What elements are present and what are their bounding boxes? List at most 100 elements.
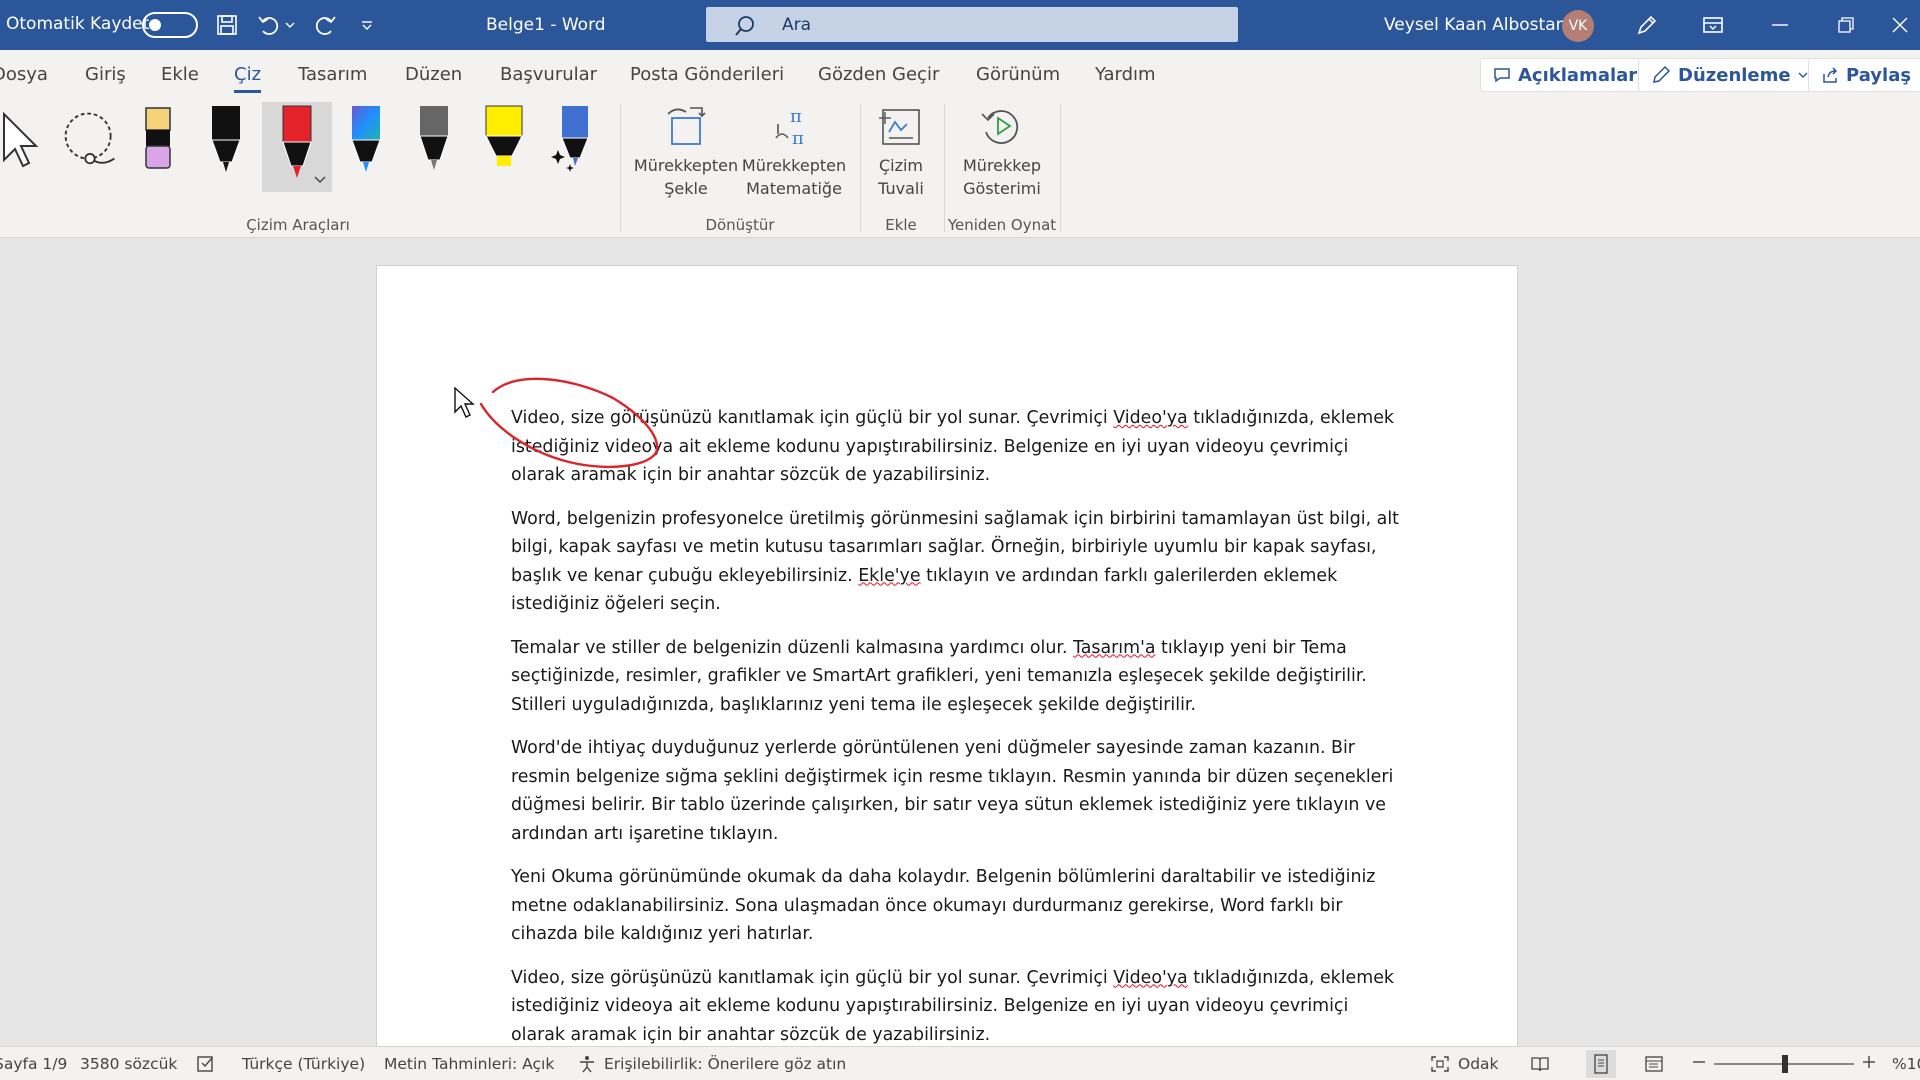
tab-help[interactable]: Yardım: [1095, 64, 1156, 85]
page-counter[interactable]: Sayfa 1/9: [0, 1055, 67, 1073]
restore-icon[interactable]: [1826, 8, 1866, 42]
pen-black-tool[interactable]: [196, 102, 256, 192]
web-layout-icon[interactable]: [1644, 1055, 1664, 1077]
tab-file[interactable]: Dosya: [0, 64, 48, 85]
search-placeholder: Ara: [782, 15, 812, 35]
svg-text:π: π: [792, 128, 804, 149]
tab-review[interactable]: Gözden Geçir: [818, 64, 939, 85]
status-bar: Sayfa 1/9 3580 sözcük Türkçe (Türkiye) M…: [0, 1046, 1920, 1080]
accessibility-icon[interactable]: [578, 1055, 596, 1077]
accessibility-status[interactable]: Erişilebilirlik: Önerilere göz atın: [604, 1055, 846, 1073]
pen-red-tool[interactable]: [262, 102, 332, 192]
pen-galaxy-tool[interactable]: [336, 102, 396, 192]
group-label-replay: Yeniden Oynat: [947, 216, 1057, 234]
undo-dropdown-icon[interactable]: [282, 10, 298, 40]
pen-black-icon: [211, 106, 241, 172]
tab-view[interactable]: Görünüm: [976, 64, 1060, 85]
autosave-label: Otomatik Kaydet: [6, 14, 150, 34]
pen-icon[interactable]: [1632, 10, 1662, 40]
drawing-canvas-icon: [879, 109, 920, 145]
ribbon-display-icon[interactable]: [1698, 10, 1728, 40]
editing-mode-button[interactable]: Düzenleme: [1638, 58, 1821, 92]
zoom-out-icon[interactable]: [1692, 1053, 1706, 1075]
undo-icon[interactable]: [254, 10, 284, 40]
ink-replay-button[interactable]: Mürekkep Gösterimi: [950, 104, 1054, 200]
redo-icon[interactable]: [310, 10, 340, 40]
editing-label: Düzenleme: [1678, 64, 1791, 86]
eraser-icon: [145, 107, 171, 169]
eraser-tool[interactable]: [128, 102, 188, 192]
word-count[interactable]: 3580 sözcük: [80, 1055, 177, 1073]
ink-to-shape-button[interactable]: Mürekkepten Şekle: [634, 104, 738, 200]
comments-button[interactable]: Açıklamalar: [1480, 58, 1651, 92]
chevron-down-icon[interactable]: [314, 176, 326, 184]
read-mode-icon[interactable]: [1530, 1055, 1550, 1077]
cursor-arrow-icon: [3, 111, 39, 168]
toggle-knob: [149, 19, 161, 31]
tab-draw[interactable]: Çiz: [234, 64, 262, 93]
search-box[interactable]: Ara: [706, 7, 1238, 42]
share-icon: [1823, 67, 1838, 83]
ribbon-separator: [944, 104, 945, 232]
ink-to-math-label-2: Matematiğe: [746, 179, 842, 198]
focus-icon[interactable]: [1430, 1055, 1450, 1077]
text-predictions[interactable]: Metin Tahminleri: Açık: [384, 1055, 554, 1073]
lasso-tool[interactable]: [60, 102, 120, 192]
tab-mailings[interactable]: Posta Gönderileri: [630, 64, 784, 85]
ink-to-math-icon: ππ: [775, 106, 804, 149]
document-page[interactable]: Video, size görüşünüzü kanıtlamak için g…: [376, 265, 1518, 1055]
language-indicator[interactable]: Türkçe (Türkiye): [242, 1055, 365, 1073]
zoom-level[interactable]: %100: [1892, 1055, 1920, 1073]
proofing-icon[interactable]: [196, 1055, 216, 1077]
ink-to-shape-label-2: Şekle: [664, 179, 708, 198]
pen-red-icon: [282, 105, 312, 178]
pen-galaxy-icon: [351, 106, 381, 172]
ink-to-shape-label-1: Mürekkepten: [633, 156, 739, 175]
print-layout-icon[interactable]: [1586, 1050, 1616, 1078]
save-icon[interactable]: [212, 10, 242, 40]
drawing-canvas-label-1: Çizim: [878, 156, 924, 175]
zoom-in-icon[interactable]: [1862, 1053, 1876, 1075]
group-label-drawing-tools: Çizim Araçları: [246, 216, 350, 234]
ribbon-tabs: Dosya Giriş Ekle Çiz Tasarım Düzen Başvu…: [0, 50, 1920, 98]
minimize-icon[interactable]: [1760, 8, 1800, 42]
focus-mode[interactable]: Odak: [1458, 1055, 1499, 1073]
select-tool[interactable]: [0, 102, 50, 192]
tab-home[interactable]: Giriş: [85, 64, 126, 85]
mouse-pointer-icon: [454, 386, 475, 418]
zoom-slider-thumb[interactable]: [1782, 1055, 1788, 1073]
drawing-canvas-label-2: Tuvali: [878, 179, 924, 198]
tab-insert[interactable]: Ekle: [161, 64, 199, 85]
drawing-canvas-button[interactable]: Çizim Tuvali: [866, 104, 936, 200]
comments-label: Açıklamalar: [1518, 64, 1638, 86]
tab-design[interactable]: Tasarım: [298, 64, 367, 85]
search-icon: [734, 15, 756, 41]
share-button[interactable]: Paylaş: [1808, 58, 1920, 92]
ink-to-math-label-1: Mürekkepten: [741, 156, 847, 175]
ink-to-shape-icon: [667, 107, 706, 145]
chevron-down-icon: [1798, 72, 1808, 78]
lasso-icon: [64, 112, 115, 165]
ink-replay-icon: [981, 110, 1019, 144]
tab-layout[interactable]: Düzen: [405, 64, 462, 85]
customize-qat-icon[interactable]: [352, 10, 382, 40]
ink-to-math-button[interactable]: ππ Mürekkepten Matematiğe: [742, 104, 846, 200]
highlighter-icon: [485, 105, 523, 166]
ribbon-separator: [1060, 104, 1061, 232]
group-label-convert: Dönüştür: [705, 216, 775, 234]
user-name[interactable]: Veysel Kaan Albostan: [1384, 15, 1566, 35]
pencil-gray-tool[interactable]: [404, 102, 464, 192]
svg-text:π: π: [790, 106, 802, 127]
ribbon-separator: [620, 104, 621, 232]
share-label: Paylaş: [1846, 64, 1912, 86]
ink-stroke[interactable]: [377, 266, 1518, 1055]
tab-references[interactable]: Başvurular: [500, 64, 597, 85]
ribbon-separator: [860, 104, 861, 232]
action-pen-icon: [551, 106, 589, 172]
close-icon[interactable]: [1880, 8, 1920, 42]
highlighter-yellow-tool[interactable]: [474, 102, 534, 192]
autosave-toggle[interactable]: [142, 12, 198, 38]
action-pen-tool[interactable]: [542, 102, 602, 192]
ink-replay-label-2: Gösterimi: [963, 179, 1041, 198]
avatar[interactable]: VK: [1562, 10, 1594, 42]
